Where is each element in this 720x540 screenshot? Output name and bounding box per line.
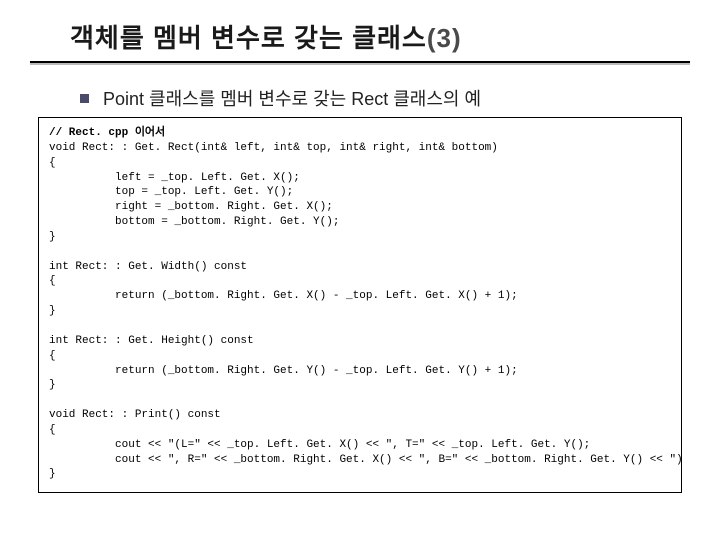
title-rule [30,61,690,63]
code-line: // Rect. cpp 이어서 [49,127,165,139]
code-line: left = _top. Left. Get. X(); [49,172,300,184]
slide: 객체를 멤버 변수로 갖는 클래스(3) Point 클래스를 멤버 변수로 갖… [0,0,720,540]
code-line: top = _top. Left. Get. Y(); [49,186,293,198]
code-line: } [49,468,56,480]
code-line: void Rect: : Print() const [49,409,221,421]
code-line: void Rect: : Get. Rect(int& left, int& t… [49,142,498,154]
title-main: 객체를 멤버 변수로 갖는 클래스 [70,23,427,53]
code-line: { [49,275,56,287]
code-line: { [49,350,56,362]
code-line: bottom = _bottom. Right. Get. Y(); [49,216,339,228]
page-title: 객체를 멤버 변수로 갖는 클래스(3) [70,18,690,55]
code-line: cout << "(L=" << _top. Left. Get. X() <<… [49,439,590,451]
code-line: int Rect: : Get. Height() const [49,335,254,347]
bullet-icon [80,94,89,103]
title-wrap: 객체를 멤버 변수로 갖는 클래스(3) [30,18,690,59]
code-line: return (_bottom. Right. Get. Y() - _top.… [49,365,518,377]
code-box: // Rect. cpp 이어서 void Rect: : Get. Rect(… [38,117,682,493]
code-line: } [49,231,56,243]
subtitle-row: Point 클래스를 멤버 변수로 갖는 Rect 클래스의 예 [80,85,690,111]
code-line: { [49,424,56,436]
code-line: } [49,379,56,391]
code-line: int Rect: : Get. Width() const [49,261,247,273]
subtitle-text: Point 클래스를 멤버 변수로 갖는 Rect 클래스의 예 [103,85,481,111]
code-line: cout << ", R=" << _bottom. Right. Get. X… [49,454,682,466]
code-line: return (_bottom. Right. Get. X() - _top.… [49,290,518,302]
code-line: right = _bottom. Right. Get. X(); [49,201,333,213]
code-line: } [49,305,56,317]
code-line: { [49,157,56,169]
title-suffix: (3) [427,23,462,53]
